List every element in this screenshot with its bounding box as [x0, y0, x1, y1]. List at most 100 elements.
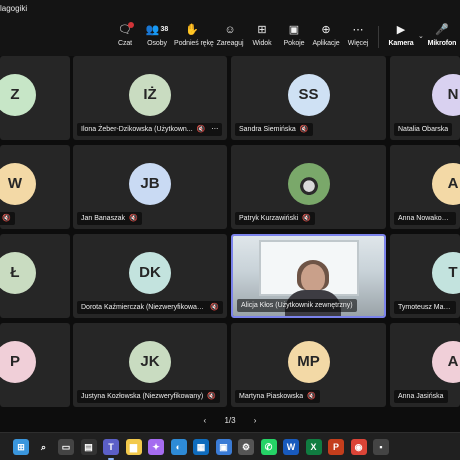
- name-plate: Dorota Kaźmierczak (Niezweryfikowan... 🔇: [77, 301, 223, 314]
- participant-tile[interactable]: JK Justyna Kozłowska (Niezweryfikowany) …: [73, 323, 227, 407]
- apps-button[interactable]: ⊕ Aplikacje: [308, 22, 344, 47]
- mic-off-icon: 🔇: [196, 126, 206, 133]
- avatar: A: [432, 163, 460, 205]
- previous-page-icon[interactable]: ‹: [204, 416, 207, 425]
- participant-tile[interactable]: MP Martyna Piaskowska 🔇: [231, 323, 386, 407]
- ms-store-icon[interactable]: ▣: [215, 439, 232, 455]
- participant-name: Anna Jasińska: [398, 393, 444, 400]
- participant-name: Martyna Piaskowska: [239, 393, 304, 400]
- raise-hand-button[interactable]: ✋ Podnieś rękę: [174, 22, 214, 47]
- participant-name: Dorota Kaźmierczak (Niezweryfikowan...: [81, 304, 207, 311]
- avatar: JB: [129, 163, 171, 205]
- chat-icon: 🗨: [107, 22, 143, 38]
- more-button[interactable]: ⋯ Więcej: [340, 22, 376, 47]
- chrome-icon[interactable]: ◉: [350, 439, 367, 455]
- next-page-icon[interactable]: ›: [254, 416, 257, 425]
- name-plate: Martyna Piaskowska 🔇: [235, 390, 320, 403]
- name-plate: Sandra Siemińska 🔇: [235, 123, 313, 136]
- grid-icon: ⊞: [257, 24, 267, 36]
- page-indicator: 1/3: [224, 416, 236, 425]
- people-icon: 👥: [145, 24, 160, 36]
- participant-name: Patryk Kurzawiński: [239, 215, 299, 222]
- name-plate: Anna Nowakowska: [394, 212, 456, 225]
- participant-tile[interactable]: Patryk Kurzawiński 🔇: [231, 145, 386, 229]
- participant-tile[interactable]: DK Dorota Kaźmierczak (Niezweryfikowan..…: [73, 234, 227, 318]
- participant-name: Ilona Żeber-Dzikowska (Użytkown...: [81, 126, 193, 133]
- participant-tile[interactable]: A Anna Nowakowska: [390, 145, 460, 229]
- name-plate: Jan Banaszak 🔇: [77, 212, 142, 225]
- avatar-photo: [287, 163, 330, 205]
- settings-icon[interactable]: ⚙: [238, 439, 254, 455]
- participant-count: 38: [160, 26, 169, 33]
- participant-name: Anna Nowakowska: [398, 215, 452, 222]
- file-explorer-icon[interactable]: ▆: [125, 439, 142, 455]
- name-plate: Patryk Kurzawiński 🔇: [235, 212, 315, 225]
- chat-button[interactable]: 🗨 Czat: [107, 22, 143, 47]
- participant-tile[interactable]: Ł: [0, 234, 70, 318]
- camera-button[interactable]: ▶ Kamera: [383, 22, 419, 47]
- participant-name: Natalia Obarska: [398, 126, 449, 133]
- view-button[interactable]: ⊞ Widok: [244, 22, 280, 47]
- participant-tile[interactable]: W 🔇: [0, 145, 70, 229]
- name-plate: Natalia Obarska: [394, 123, 453, 136]
- word-icon[interactable]: W: [283, 439, 299, 455]
- mic-off-icon: 🔇: [299, 126, 309, 133]
- copilot-icon[interactable]: ✦: [148, 439, 164, 455]
- avatar: Z: [0, 74, 36, 116]
- camera-icon: ▶: [396, 24, 406, 36]
- powerpoint-icon[interactable]: P: [328, 439, 344, 455]
- participant-name: Sandra Siemińska: [239, 126, 296, 133]
- name-plate: Alicja Kłos (Użytkownik zewnętrzny): [237, 299, 357, 312]
- participant-name: Jan Banaszak: [81, 215, 125, 222]
- rooms-button[interactable]: ▣ Pokoje: [276, 22, 312, 47]
- toolbar-divider: [378, 26, 379, 48]
- teams-icon[interactable]: T: [103, 439, 119, 460]
- avatar: MP: [287, 341, 330, 383]
- people-button[interactable]: 👥38 Osoby: [139, 22, 175, 47]
- participant-tile[interactable]: T Tymoteusz Manuszak: [390, 234, 460, 318]
- name-plate: Anna Jasińska: [394, 390, 448, 403]
- mic-off-icon: 🔇: [207, 393, 216, 400]
- react-button[interactable]: ☺ Zareaguj: [212, 22, 248, 47]
- search-icon[interactable]: ⌕: [35, 439, 52, 455]
- name-plate: Ilona Żeber-Dzikowska (Użytkown... 🔇 ⋯: [77, 123, 223, 136]
- whatsapp-icon[interactable]: ✆: [260, 439, 277, 455]
- avatar: P: [0, 341, 36, 383]
- avatar: IŻ: [129, 74, 171, 116]
- mic-button[interactable]: 🎤 Mikrofon: [424, 22, 460, 47]
- avatar: SS: [287, 74, 330, 116]
- participant-tile[interactable]: P: [0, 323, 70, 407]
- photos-icon[interactable]: ◐: [170, 439, 187, 455]
- windows-start-icon[interactable]: ⊞: [13, 439, 29, 455]
- camera-options-chevron-icon[interactable]: ⌄: [418, 32, 424, 40]
- mic-off-icon: 🔇: [307, 393, 316, 400]
- name-plate: Tymoteusz Manuszak: [394, 301, 456, 314]
- avatar: Ł: [0, 252, 36, 294]
- avatar: T: [432, 252, 460, 294]
- name-plate: Justyna Kozłowska (Niezweryfikowany) 🔇: [77, 390, 220, 403]
- participant-tile[interactable]: Z: [0, 56, 70, 140]
- avatar: DK: [129, 252, 171, 294]
- hand-icon: ✋: [185, 24, 199, 36]
- window-title: lagogiki: [0, 4, 28, 13]
- participant-grid: Z IŻ Ilona Żeber-Dzikowska (Użytkown... …: [0, 56, 460, 408]
- calendar-icon[interactable]: ▦: [193, 439, 209, 455]
- mic-off-icon: 🔇: [210, 304, 219, 311]
- participant-name: Alicja Kłos (Użytkownik zewnętrzny): [241, 302, 353, 309]
- widgets-icon[interactable]: ▤: [80, 439, 97, 455]
- participant-tile-video[interactable]: Alicja Kłos (Użytkownik zewnętrzny): [231, 234, 386, 318]
- participant-tile[interactable]: A Anna Jasińska: [390, 323, 460, 407]
- participant-tile[interactable]: SS Sandra Siemińska 🔇: [231, 56, 386, 140]
- more-icon: ⋯: [352, 24, 364, 36]
- more-options-icon[interactable]: ⋯: [211, 123, 218, 136]
- app-icon[interactable]: ▪: [373, 439, 389, 455]
- participant-tile[interactable]: IŻ Ilona Żeber-Dzikowska (Użytkown... 🔇 …: [73, 56, 227, 140]
- avatar: N: [432, 74, 460, 116]
- participant-tile[interactable]: JB Jan Banaszak 🔇: [73, 145, 227, 229]
- participant-tile[interactable]: N Natalia Obarska: [390, 56, 460, 140]
- avatar: A: [432, 341, 460, 383]
- apps-icon: ⊕: [321, 24, 331, 36]
- participant-name: Tymoteusz Manuszak: [398, 304, 452, 311]
- excel-icon[interactable]: X: [305, 439, 322, 455]
- task-view-icon[interactable]: ▭: [58, 439, 74, 455]
